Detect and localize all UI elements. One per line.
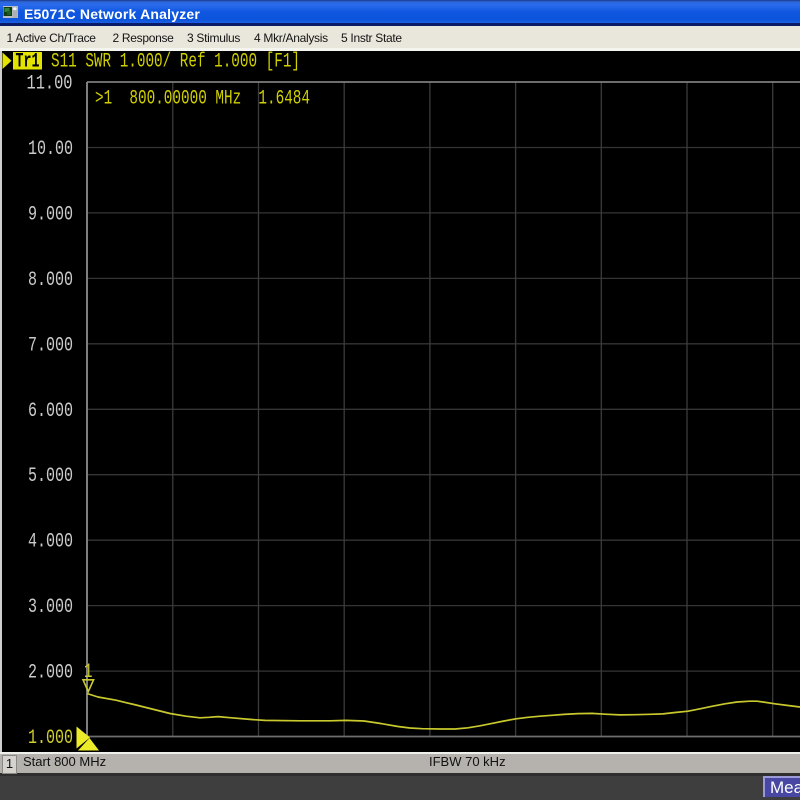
svg-text:Tr1: Tr1 — [16, 51, 40, 74]
svg-text:1.000: 1.000 — [28, 727, 73, 750]
svg-text:6.000: 6.000 — [28, 400, 73, 423]
svg-text:7.000: 7.000 — [28, 334, 73, 357]
svg-text:9.000: 9.000 — [28, 203, 73, 226]
svg-text:10.00: 10.00 — [28, 138, 73, 161]
svg-text:S11 SWR 1.000/ Ref 1.000 [F1]: S11 SWR 1.000/ Ref 1.000 [F1] — [51, 51, 300, 74]
svg-text:5.000: 5.000 — [28, 465, 73, 488]
svg-text:2.000: 2.000 — [28, 662, 73, 685]
svg-text:3.000: 3.000 — [28, 596, 73, 619]
svg-text:4.000: 4.000 — [28, 531, 73, 554]
svg-text:8.000: 8.000 — [28, 269, 73, 292]
svg-text:11.00: 11.00 — [27, 73, 73, 96]
svg-text:>1 800.00000 MHz 1.6484: >1 800.00000 MHz 1.6484 — [95, 88, 310, 111]
